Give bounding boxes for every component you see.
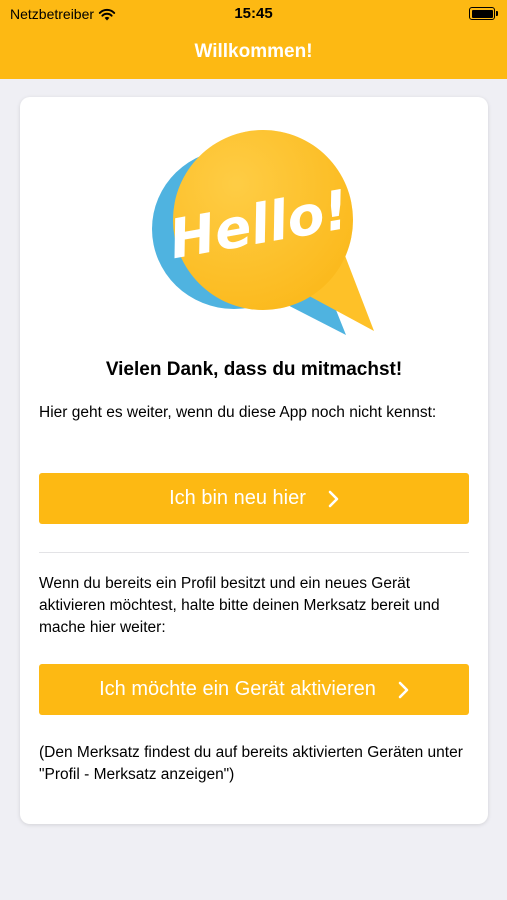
hello-speech-bubble-icon: Hello!: [152, 130, 374, 335]
welcome-card: Hello! Vielen Dank, dass du mitmachst! H…: [20, 97, 488, 824]
header-bar: Netzbetreiber 15:45 Willkommen!: [0, 0, 507, 79]
page-title: Willkommen!: [194, 41, 313, 62]
thanks-headline: Vielen Dank, dass du mitmachst!: [105, 359, 403, 380]
existing-profile-text: Wenn du bereits ein Profil besitzt und e…: [39, 575, 440, 636]
chevron-right-icon: [328, 490, 339, 507]
divider: [39, 552, 469, 553]
hint-text: (Den Merksatz findest du auf bereits akt…: [39, 744, 463, 783]
new-user-button[interactable]: Ich bin neu hier: [39, 473, 469, 524]
activate-device-button[interactable]: Ich möchte ein Gerät aktivieren: [39, 664, 469, 715]
new-user-button-label: Ich bin neu hier: [169, 487, 306, 509]
status-time: 15:45: [234, 5, 273, 22]
battery-icon: [469, 7, 498, 20]
status-bar: Netzbetreiber 15:45: [0, 0, 507, 30]
activate-device-button-label: Ich möchte ein Gerät aktivieren: [99, 678, 376, 700]
chevron-right-icon: [398, 681, 409, 698]
intro-text: Hier geht es weiter, wenn du diese App n…: [39, 404, 437, 421]
battery-level: [471, 9, 493, 18]
